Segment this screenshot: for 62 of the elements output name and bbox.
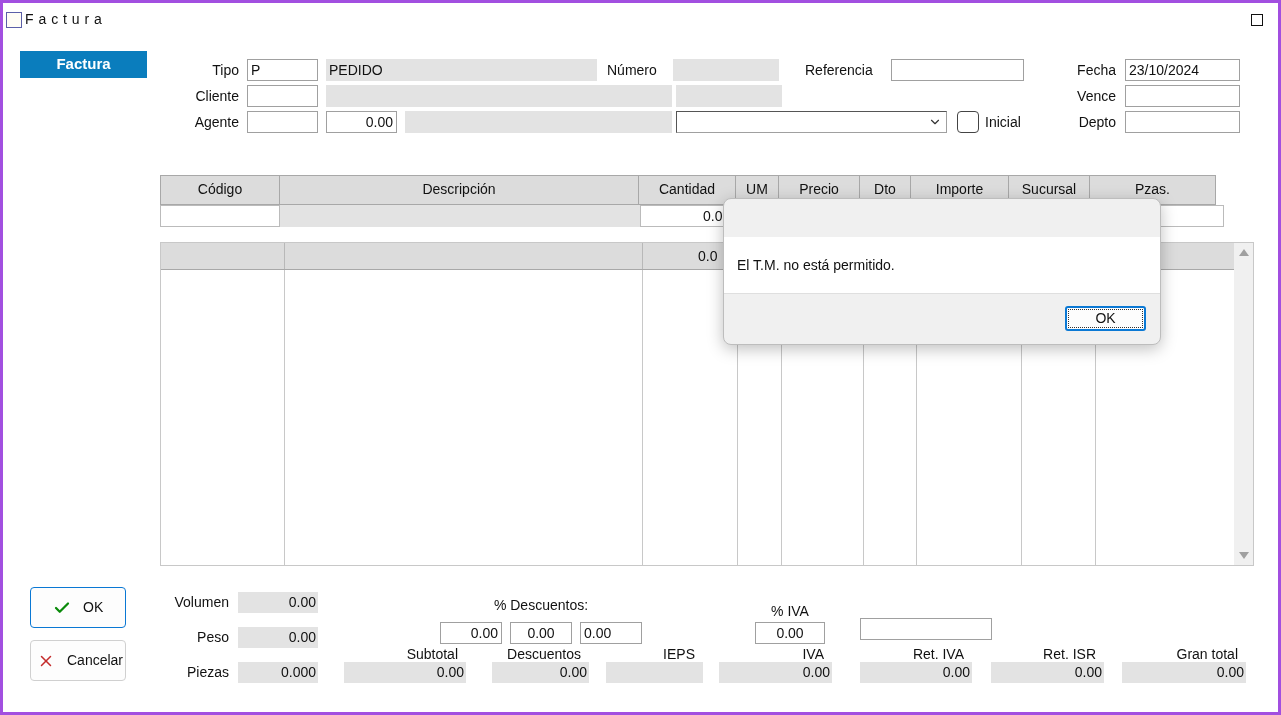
cancel-button[interactable]: Cancelar (30, 640, 126, 681)
total-label: IEPS (663, 647, 696, 662)
depto-field[interactable] (1125, 111, 1240, 133)
field-label: Número (607, 62, 657, 78)
total-field: 0.00 (860, 662, 972, 683)
field-label: Piezas (185, 663, 229, 682)
measure-field: 0.00 (238, 627, 318, 648)
cliente-code-field[interactable] (247, 85, 318, 107)
iva-percent-label: % IVA (771, 602, 809, 621)
total-label: Descuentos (507, 647, 582, 662)
scroll-up-icon[interactable] (1238, 249, 1249, 256)
factura-tab[interactable]: Factura (20, 51, 147, 78)
field-label: Fecha (1076, 60, 1116, 80)
column-header: Cantidad (638, 175, 736, 205)
measure-field: 0.000 (238, 662, 318, 683)
agente-code-field[interactable] (247, 111, 318, 133)
total-label: IVA (802, 647, 825, 662)
field-label: Volumen (173, 593, 229, 612)
field-label: Agente (193, 112, 239, 132)
table-cell: 0.0 (698, 248, 718, 264)
field-label: Peso (196, 628, 229, 647)
maximize-button[interactable] (1251, 13, 1263, 26)
discount-field[interactable]: 0.00 (440, 622, 502, 644)
window-title: Factura (25, 10, 107, 29)
total-field: 0.00 (1122, 662, 1246, 683)
discounts-label: % Descuentos: (493, 596, 589, 615)
dropdown[interactable] (676, 111, 947, 133)
agente-amount-field[interactable]: 0.00 (326, 111, 397, 133)
total-field: 0.00 (344, 662, 466, 683)
column-header: Descripción (279, 175, 639, 205)
total-label: Gran total (1176, 647, 1239, 662)
total-field: 0.00 (991, 662, 1104, 683)
dialog-message: El T.M. no está permitido. (737, 255, 895, 275)
total-field: 0.00 (719, 662, 832, 683)
total-label: Ret. IVA (912, 647, 965, 662)
dialog-ok-button[interactable]: OK (1065, 306, 1146, 331)
discount-field[interactable]: 0.00 (510, 622, 572, 644)
total-label: Subtotal (406, 647, 459, 662)
fecha-field[interactable]: 23/10/2024 (1125, 59, 1240, 81)
discount-field[interactable]: 0.00 (580, 622, 642, 644)
codigo-input-cell[interactable] (160, 205, 280, 227)
window-icon (6, 11, 22, 28)
field-label: Tipo (211, 60, 239, 80)
field-label: Cliente (194, 86, 239, 106)
column-header: Código (160, 175, 280, 205)
scrollbar[interactable] (1234, 243, 1253, 565)
iva-percent-field[interactable]: 0.00 (755, 622, 825, 644)
blank-field[interactable] (860, 618, 992, 640)
field-label: Vence (1076, 86, 1116, 106)
measure-field: 0.00 (238, 592, 318, 613)
ok-button[interactable]: OK (30, 587, 126, 628)
scroll-down-icon[interactable] (1238, 552, 1249, 559)
total-label: Ret. ISR (1043, 647, 1097, 662)
total-field: 0.00 (492, 662, 589, 683)
field-label: Depto (1077, 112, 1116, 132)
field-label: Referencia (805, 62, 873, 78)
vence-field[interactable] (1125, 85, 1240, 107)
inicial-checkbox[interactable] (957, 111, 979, 133)
referencia-field[interactable] (891, 59, 1024, 81)
tipo-code-field[interactable]: P (247, 59, 318, 81)
field-label: Inicial (985, 114, 1021, 130)
tipo-name-field: PEDIDO (326, 59, 597, 81)
